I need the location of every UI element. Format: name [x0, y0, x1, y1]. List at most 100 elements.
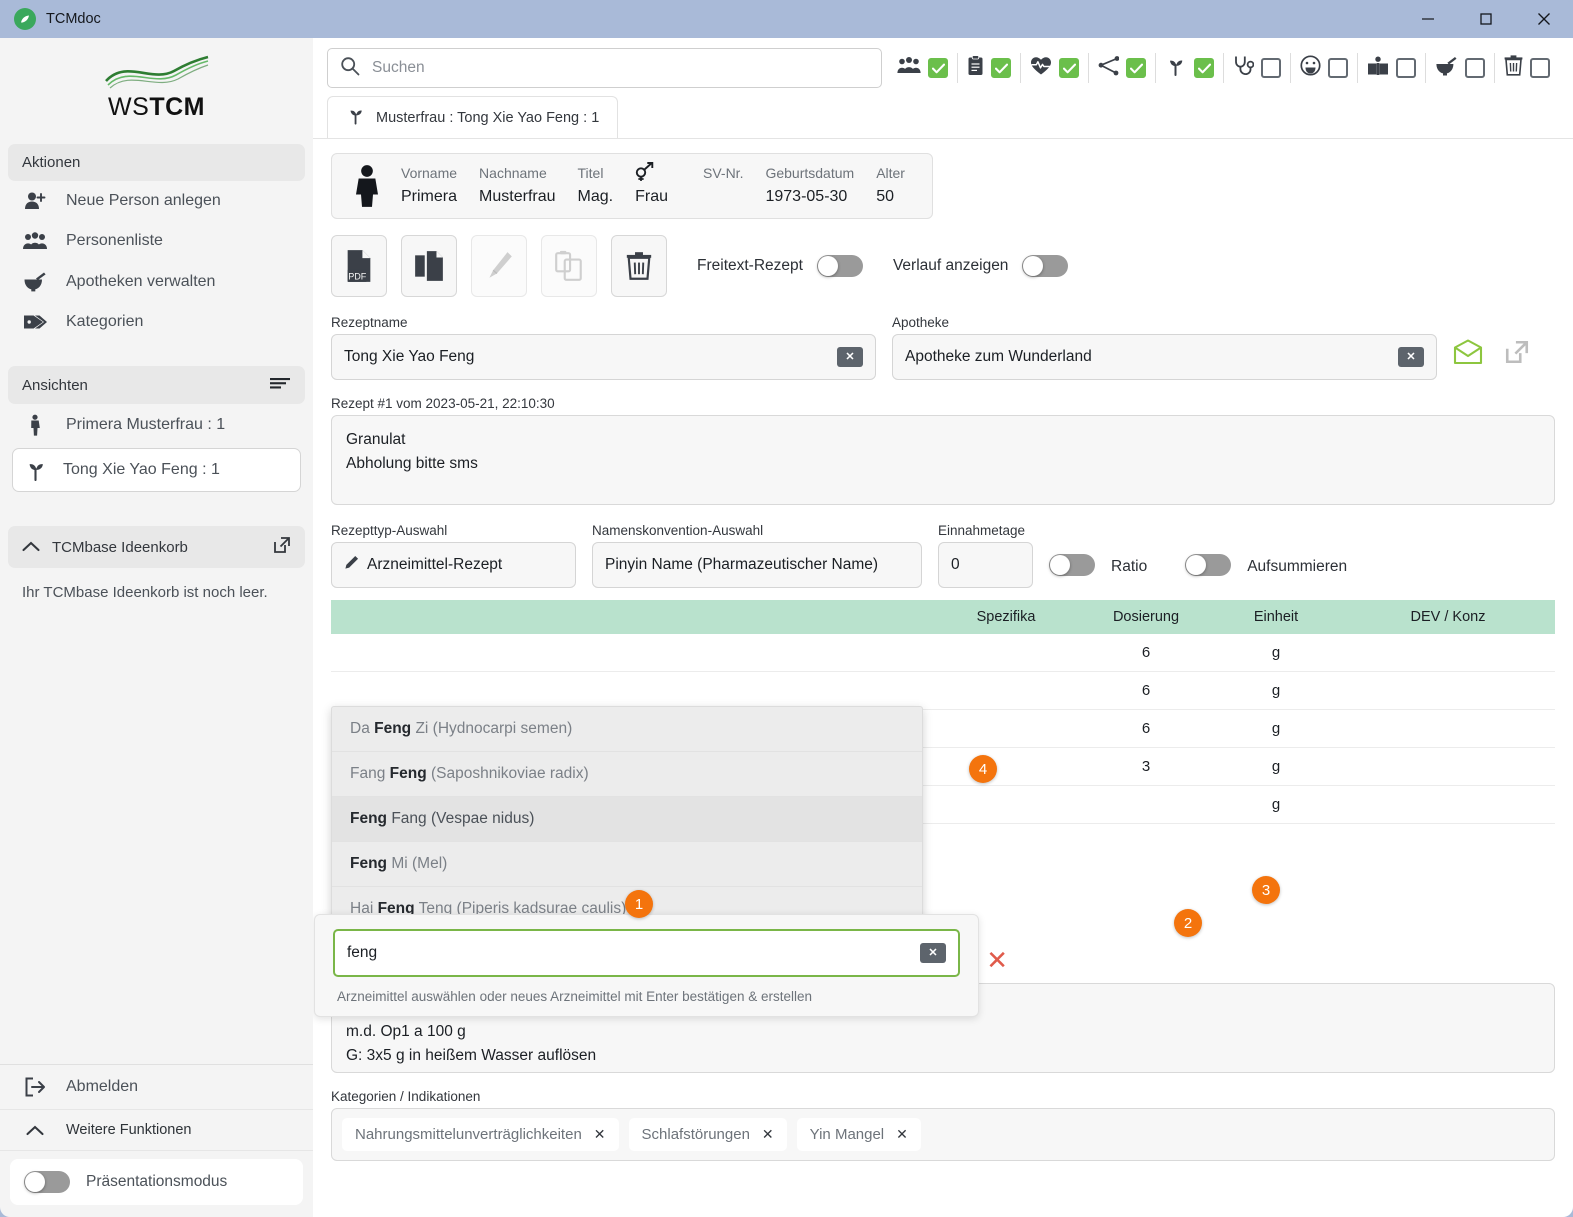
- filter-heartbeat[interactable]: [1020, 53, 1088, 83]
- autocomplete-option-0[interactable]: Da Feng Zi (Hydnocarpi semen): [332, 707, 922, 752]
- people-icon: [897, 56, 921, 80]
- rezept-note-textarea[interactable]: Granulat Abholung bitte sms: [331, 415, 1555, 505]
- einnahmetage-field: Einnahmetage 0: [938, 523, 1033, 588]
- search-icon: [340, 56, 360, 81]
- export-pdf-button[interactable]: PDF: [331, 235, 387, 297]
- minimize-button[interactable]: [1399, 0, 1457, 38]
- brand-wordmark: WSTCM: [108, 93, 205, 122]
- chip-label: Schlafstörungen: [642, 1126, 750, 1143]
- table-col-0[interactable]: [331, 600, 511, 634]
- freitext-rezept-toggle[interactable]: [817, 255, 863, 277]
- tab-musterfrau-tong-xie-yao-feng[interactable]: Musterfrau : Tong Xie Yao Feng : 1: [327, 96, 618, 138]
- table-col-1[interactable]: [511, 600, 711, 634]
- search-input[interactable]: [370, 58, 869, 78]
- filter-clipboard-checkbox[interactable]: [991, 58, 1011, 78]
- filter-clipboard[interactable]: [957, 53, 1020, 83]
- cancel-icon[interactable]: ✕: [986, 945, 1008, 976]
- logout-icon: [22, 1077, 48, 1097]
- field-value: Frau: [635, 184, 668, 210]
- chip-schlafstoerungen[interactable]: Schlafstörungen ✕: [629, 1118, 787, 1151]
- verlauf-anzeigen-toggle[interactable]: [1022, 255, 1068, 277]
- cell-einheit: g: [1211, 672, 1341, 710]
- list-options-icon[interactable]: [269, 376, 291, 394]
- rezepttyp-select[interactable]: Arzneimittel-Rezept: [331, 542, 576, 588]
- remove-chip-icon[interactable]: ✕: [594, 1126, 606, 1143]
- close-button[interactable]: [1515, 0, 1573, 38]
- filter-plant-checkbox[interactable]: [1194, 58, 1214, 78]
- table-col-dosierung[interactable]: Dosierung: [1081, 600, 1211, 634]
- content-area: Vorname Primera Nachname Musterfrau Tite…: [313, 139, 1573, 1161]
- sidebar-item-weitere-funktionen[interactable]: Weitere Funktionen: [0, 1110, 313, 1151]
- table-row[interactable]: 6 g: [331, 672, 1555, 710]
- section-tcmbase-ideenkorb[interactable]: TCMbase Ideenkorb: [8, 526, 305, 568]
- external-link-icon[interactable]: [1503, 339, 1531, 370]
- aufsummieren-toggle[interactable]: [1185, 554, 1231, 576]
- swoosh-icon: [104, 55, 210, 91]
- presentation-mode-label: Präsentationsmodus: [86, 1173, 227, 1191]
- delete-record-button[interactable]: [611, 235, 667, 297]
- clear-apotheke-button[interactable]: ✕: [1398, 347, 1424, 367]
- filter-acupuncture[interactable]: [1088, 53, 1155, 83]
- ratio-toggle[interactable]: [1049, 554, 1095, 576]
- filter-stethoscope[interactable]: [1223, 53, 1290, 83]
- filter-mortar-checkbox[interactable]: [1465, 58, 1485, 78]
- mortar-pestle-icon: [22, 271, 48, 292]
- table-col-2[interactable]: [711, 600, 931, 634]
- filter-plant[interactable]: [1155, 53, 1223, 83]
- aufsummieren-label: Aufsummieren: [1247, 558, 1347, 576]
- clear-arzneimittel-button[interactable]: ✕: [920, 943, 946, 963]
- einnahmetage-input[interactable]: 0: [938, 542, 1033, 588]
- filter-people-checkbox[interactable]: [928, 58, 948, 78]
- filter-tongue[interactable]: [1290, 53, 1357, 83]
- rezeptname-input[interactable]: Tong Xie Yao Feng ✕: [331, 334, 876, 380]
- autocomplete-option-3[interactable]: Feng Mi (Mel): [332, 842, 922, 887]
- presentation-mode-toggle[interactable]: [24, 1171, 70, 1193]
- sidebar-item-label: Primera Musterfrau : 1: [66, 416, 225, 434]
- autocomplete-option-2[interactable]: Feng Fang (Vespae nidus): [332, 797, 922, 842]
- filter-stethoscope-checkbox[interactable]: [1261, 58, 1281, 78]
- table-col-dev-konz[interactable]: DEV / Konz: [1341, 600, 1555, 634]
- sidebar-item-kategorien[interactable]: Kategorien: [0, 302, 313, 342]
- sidebar-item-neue-person[interactable]: Neue Person anlegen: [0, 181, 313, 221]
- filter-acupuncture-checkbox[interactable]: [1126, 58, 1146, 78]
- main-panel: Musterfrau : Tong Xie Yao Feng : 1 Vorna…: [313, 38, 1573, 1217]
- chip-yin-mangel[interactable]: Yin Mangel ✕: [797, 1118, 921, 1151]
- table-row[interactable]: 6 g: [331, 634, 1555, 672]
- filter-people[interactable]: [888, 53, 957, 83]
- external-link-icon[interactable]: [273, 536, 291, 558]
- envelope-icon[interactable]: [1453, 339, 1483, 370]
- filter-tongue-checkbox[interactable]: [1328, 58, 1348, 78]
- remove-chip-icon[interactable]: ✕: [896, 1126, 908, 1143]
- sidebar-item-tong-xie-yao-feng[interactable]: Tong Xie Yao Feng : 1: [12, 448, 301, 492]
- maximize-button[interactable]: [1457, 0, 1515, 38]
- cell-dev: [1341, 634, 1555, 672]
- filter-trash-checkbox[interactable]: [1530, 58, 1550, 78]
- sidebar-item-personenliste[interactable]: Personenliste: [0, 221, 313, 261]
- sidebar-item-abmelden[interactable]: Abmelden: [0, 1065, 313, 1110]
- namenskonvention-select[interactable]: Pinyin Name (Pharmazeutischer Name): [592, 542, 922, 588]
- remove-chip-icon[interactable]: ✕: [762, 1126, 774, 1143]
- chip-nahrungsmittelunvertraeglichkeiten[interactable]: Nahrungsmittelunverträglichkeiten ✕: [342, 1118, 619, 1151]
- sidebar-item-label: Apotheken verwalten: [66, 273, 215, 291]
- kategorien-chips[interactable]: Nahrungsmittelunverträglichkeiten ✕ Schl…: [331, 1108, 1555, 1161]
- duplicate-button[interactable]: [401, 235, 457, 297]
- autocomplete-option-1[interactable]: Fang Feng (Saposhnikoviae radix): [332, 752, 922, 797]
- apotheke-input[interactable]: Apotheke zum Wunderland ✕: [892, 334, 1437, 380]
- sidebar-item-apotheken[interactable]: Apotheken verwalten: [0, 261, 313, 302]
- arzneimittel-search-input[interactable]: feng ✕: [333, 929, 960, 977]
- table-col-einheit[interactable]: Einheit: [1211, 600, 1341, 634]
- clear-rezeptname-button[interactable]: ✕: [837, 347, 863, 367]
- rezept-header: Rezept #1 vom 2023-05-21, 22:10:30: [331, 396, 1555, 411]
- filter-book-checkbox[interactable]: [1396, 58, 1416, 78]
- table-col-spezifika[interactable]: Spezifika: [931, 600, 1081, 634]
- sidebar-item-primera-musterfrau[interactable]: Primera Musterfrau : 1: [0, 404, 313, 446]
- filter-mortar[interactable]: [1425, 53, 1494, 83]
- sidebar-item-label: Tong Xie Yao Feng : 1: [63, 461, 220, 479]
- step-badge-4: 4: [969, 755, 997, 783]
- rezepttyp-field: Rezepttyp-Auswahl Arzneimittel-Rezept: [331, 523, 576, 588]
- presentation-mode-row[interactable]: Präsentationsmodus: [10, 1159, 303, 1205]
- search-box[interactable]: [327, 48, 882, 88]
- filter-book[interactable]: [1357, 53, 1425, 83]
- filter-heartbeat-checkbox[interactable]: [1059, 58, 1079, 78]
- filter-trash[interactable]: [1494, 53, 1559, 83]
